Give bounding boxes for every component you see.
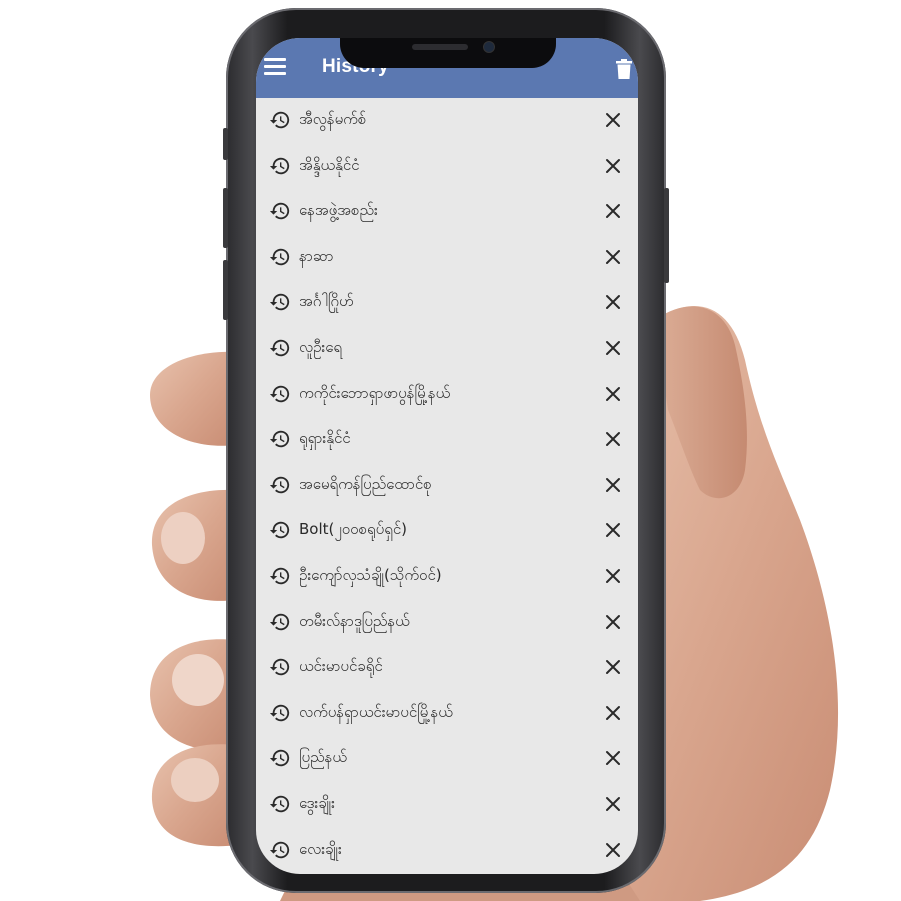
history-icon	[269, 613, 290, 630]
history-icon	[269, 339, 290, 357]
close-icon[interactable]	[605, 522, 621, 538]
history-item-label: ကကိုင်းဘောရှာဖာပွန်မြို့နယ်	[299, 383, 451, 402]
history-icon	[269, 157, 290, 174]
history-item[interactable]: ရုရှားနိုင်ငံ	[256, 417, 638, 463]
history-item-label: အီလွန်မက်စ်	[299, 110, 367, 128]
close-icon[interactable]	[605, 659, 621, 675]
history-icon	[269, 750, 290, 767]
history-list: အီလွန်မက်စ်အိန္ဒိယနိုင်ငံနေအဖွဲ့အစည်းနာဆ…	[256, 98, 638, 873]
close-icon[interactable]	[605, 158, 621, 174]
history-item[interactable]: အမေရိကန်ပြည်ထောင်စု	[256, 463, 638, 509]
history-item-label: လူဦးရေ	[299, 337, 342, 356]
history-item[interactable]: လေးချိုး	[256, 828, 638, 874]
close-icon[interactable]	[605, 294, 621, 310]
close-icon[interactable]	[605, 705, 621, 721]
history-item[interactable]: နေအဖွဲ့အစည်း	[256, 189, 638, 235]
history-item-label: ဦးကျော်လှသံချို(သိုက်ဝင်)	[299, 565, 442, 584]
history-item[interactable]: ဒွေးချိုး	[256, 782, 638, 828]
history-item[interactable]: ကကိုင်းဘောရှာဖာပွန်မြို့နယ်	[256, 372, 638, 418]
history-icon	[269, 795, 290, 813]
close-icon[interactable]	[605, 614, 621, 630]
history-item[interactable]: လူဦးရေ	[256, 326, 638, 372]
history-item-label: ဒွေးချိုး	[299, 793, 335, 812]
history-icon	[269, 111, 290, 129]
history-item[interactable]: လက်ပန်ရှာယင်းမာပင်မြို့နယ်	[256, 691, 638, 737]
history-item[interactable]: အီလွန်မက်စ်	[256, 98, 638, 144]
close-icon[interactable]	[605, 842, 621, 858]
photo-stage: History အီလွန်မက်စ်အိန္ဒိယနိုင်ငံနေအဖွဲ့…	[0, 0, 901, 901]
volume-up-button	[223, 188, 228, 248]
close-icon[interactable]	[605, 203, 621, 219]
trash-icon[interactable]	[616, 59, 632, 79]
history-item[interactable]: ပြည်နယ်	[256, 736, 638, 782]
menu-icon[interactable]	[264, 58, 286, 76]
history-icon	[269, 658, 290, 676]
history-item[interactable]: ဦးကျော်လှသံချို(သိုက်ဝင်)	[256, 554, 638, 600]
history-icon	[269, 248, 290, 266]
history-item[interactable]: ယင်းမာပင်ခရိုင်	[256, 645, 638, 691]
history-item[interactable]: တမီးလ်နာဒူပြည်နယ်	[256, 600, 638, 646]
history-item-label: အင်္ဂါဂြိုဟ်	[299, 292, 354, 311]
mute-switch	[223, 128, 228, 160]
history-icon	[269, 385, 290, 402]
power-button	[664, 188, 669, 283]
history-item[interactable]: Bolt(၂၀၀စရုပ်ရှင်)	[256, 508, 638, 554]
history-item-label: Bolt(၂၀၀စရုပ်ရှင်)	[299, 520, 408, 539]
history-item-label: တမီးလ်နာဒူပြည်နယ်	[299, 611, 410, 630]
history-item-label: ယင်းမာပင်ခရိုင်	[299, 657, 383, 676]
history-item[interactable]: အင်္ဂါဂြိုဟ်	[256, 280, 638, 326]
history-item-label: နာဆာ	[299, 246, 334, 265]
history-icon	[269, 704, 290, 721]
front-camera	[484, 42, 494, 52]
close-icon[interactable]	[605, 340, 621, 356]
close-icon[interactable]	[605, 386, 621, 402]
history-item-label: နေအဖွဲ့အစည်း	[299, 201, 378, 220]
close-icon[interactable]	[605, 477, 621, 493]
close-icon[interactable]	[605, 796, 621, 812]
close-icon[interactable]	[605, 112, 621, 128]
history-item-label: လေးချိုး	[299, 839, 342, 858]
history-icon	[269, 567, 290, 585]
history-item[interactable]: နာဆာ	[256, 235, 638, 281]
volume-down-button	[223, 260, 228, 320]
history-icon	[269, 841, 290, 858]
history-item-label: အိန္ဒိယနိုင်ငံ	[299, 155, 360, 174]
phone-screen: History အီလွန်မက်စ်အိန္ဒိယနိုင်ငံနေအဖွဲ့…	[256, 38, 638, 874]
history-item-label: ပြည်နယ်	[299, 748, 347, 767]
close-icon[interactable]	[605, 568, 621, 584]
earpiece-speaker	[412, 44, 468, 50]
history-icon	[269, 522, 290, 539]
history-item-label: ရုရှားနိုင်ငံ	[299, 429, 351, 448]
close-icon[interactable]	[605, 750, 621, 766]
history-item-label: အမေရိကန်ပြည်ထောင်စု	[299, 474, 432, 493]
history-item-label: လက်ပန်ရှာယင်းမာပင်မြို့နယ်	[299, 702, 453, 721]
close-icon[interactable]	[605, 249, 621, 265]
notch	[340, 38, 556, 68]
history-icon	[269, 294, 290, 311]
history-icon	[269, 202, 290, 220]
history-icon	[269, 476, 290, 493]
history-item[interactable]: အိန္ဒိယနိုင်ငံ	[256, 144, 638, 190]
close-icon[interactable]	[605, 431, 621, 447]
phone-frame: History အီလွန်မက်စ်အိန္ဒိယနိုင်ငံနေအဖွဲ့…	[223, 8, 669, 893]
history-icon	[269, 430, 290, 448]
